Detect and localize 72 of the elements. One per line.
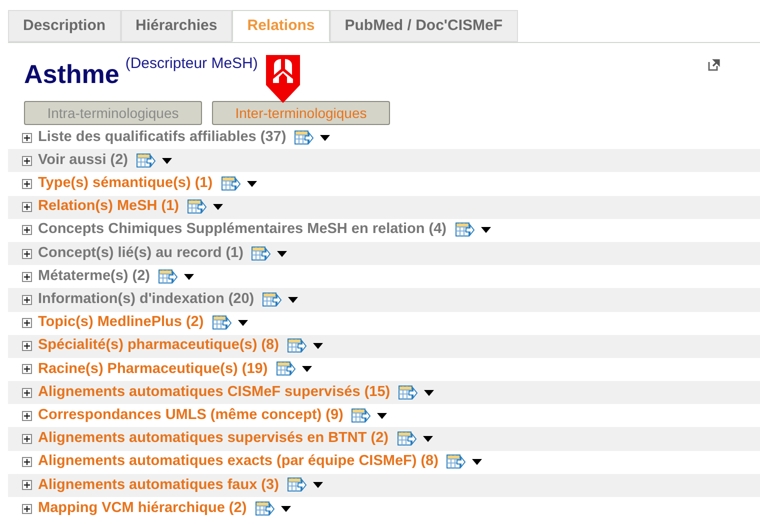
section-link[interactable]: Métaterme(s) (2) (38, 266, 150, 288)
expand-icon[interactable] (22, 178, 32, 189)
dropdown-arrow-icon[interactable] (480, 227, 490, 234)
table-export-icon[interactable] (454, 222, 474, 238)
page-subtitle: (Descripteur MeSH) (125, 55, 258, 73)
external-link-icon[interactable] (708, 59, 720, 71)
section-link[interactable]: Correspondances UMLS (même concept) (9) (38, 404, 344, 427)
expand-icon[interactable] (22, 318, 32, 328)
expand-icon[interactable] (22, 504, 32, 514)
dropdown-arrow-icon[interactable] (472, 459, 482, 466)
expand-icon[interactable] (22, 225, 32, 236)
section-link[interactable]: Liste des qualificatifs affiliables (37) (38, 126, 286, 148)
dropdown-arrow-icon[interactable] (277, 250, 288, 257)
dropdown-arrow-icon[interactable] (238, 320, 248, 326)
table-export-icon[interactable] (136, 152, 156, 169)
table-export-icon[interactable] (262, 292, 282, 308)
section-link[interactable]: Topic(s) MedlinePlus (2) (38, 312, 204, 334)
dropdown-arrow-icon[interactable] (312, 343, 323, 350)
expand-icon[interactable] (22, 457, 32, 468)
expand-icon[interactable] (22, 156, 32, 166)
dropdown-arrow-icon[interactable] (280, 506, 291, 512)
page-title: Asthme (24, 59, 120, 89)
table-export-icon[interactable] (251, 246, 272, 262)
filter-button[interactable]: Intra-terminologiques (24, 101, 202, 125)
table-export-icon[interactable] (276, 361, 296, 378)
section-link[interactable]: Concepts Chimiques Supplémentaires MeSH en relation (4) (38, 219, 446, 242)
dropdown-arrow-icon[interactable] (213, 204, 223, 210)
section-link[interactable]: Type(s) sémantique(s) (1) (38, 173, 213, 195)
section-link[interactable]: Relation(s) MeSH (1) (38, 196, 179, 218)
dropdown-arrow-icon[interactable] (312, 482, 323, 488)
dropdown-arrow-icon[interactable] (377, 412, 388, 419)
dropdown-arrow-icon[interactable] (246, 180, 257, 187)
filter-button[interactable]: Inter-terminologiques (212, 101, 390, 125)
expand-icon[interactable] (22, 272, 32, 282)
expand-icon[interactable] (22, 202, 32, 212)
table-export-icon[interactable] (187, 199, 207, 216)
dropdown-arrow-icon[interactable] (288, 296, 298, 303)
table-export-icon[interactable] (446, 454, 466, 470)
dropdown-arrow-icon[interactable] (302, 366, 312, 372)
section-link[interactable]: Voir aussi (2) (38, 150, 128, 172)
table-export-icon[interactable] (286, 477, 307, 494)
expand-icon[interactable] (22, 434, 32, 444)
table-export-icon[interactable] (158, 268, 178, 285)
lungs-icon (266, 55, 300, 103)
dropdown-arrow-icon[interactable] (184, 274, 194, 280)
tab[interactable]: PubMed / Doc'CISMeF (330, 10, 518, 42)
expand-icon[interactable] (22, 294, 32, 305)
dropdown-arrow-icon[interactable] (162, 158, 172, 164)
section-link[interactable]: Mapping VCM hiérarchique (2) (38, 498, 247, 520)
table-export-icon[interactable] (220, 176, 241, 192)
dropdown-arrow-icon[interactable] (424, 390, 434, 396)
expand-icon[interactable] (22, 364, 32, 374)
expand-icon[interactable] (22, 132, 32, 143)
table-export-icon[interactable] (254, 500, 275, 517)
expand-icon[interactable] (22, 480, 32, 490)
expand-icon[interactable] (22, 388, 32, 398)
tab[interactable]: Description (8, 10, 121, 42)
table-export-icon[interactable] (398, 384, 418, 401)
table-export-icon[interactable] (212, 315, 232, 332)
table-export-icon[interactable] (351, 408, 372, 424)
section-link[interactable]: Racine(s) Pharmaceutique(s) (19) (38, 358, 268, 380)
table-export-icon[interactable] (286, 338, 307, 354)
table-export-icon[interactable] (396, 431, 416, 448)
expand-icon[interactable] (22, 341, 32, 352)
expand-icon[interactable] (22, 410, 32, 421)
table-export-icon[interactable] (294, 130, 314, 146)
expand-icon[interactable] (22, 248, 32, 259)
tab[interactable]: Relations (232, 10, 330, 42)
section-link[interactable]: Alignements automatiques exacts (par équipe CISMeF) (8) (38, 451, 438, 474)
tab[interactable]: Hiérarchies (120, 10, 232, 42)
dropdown-arrow-icon[interactable] (422, 436, 432, 442)
dropdown-arrow-icon[interactable] (320, 134, 330, 141)
